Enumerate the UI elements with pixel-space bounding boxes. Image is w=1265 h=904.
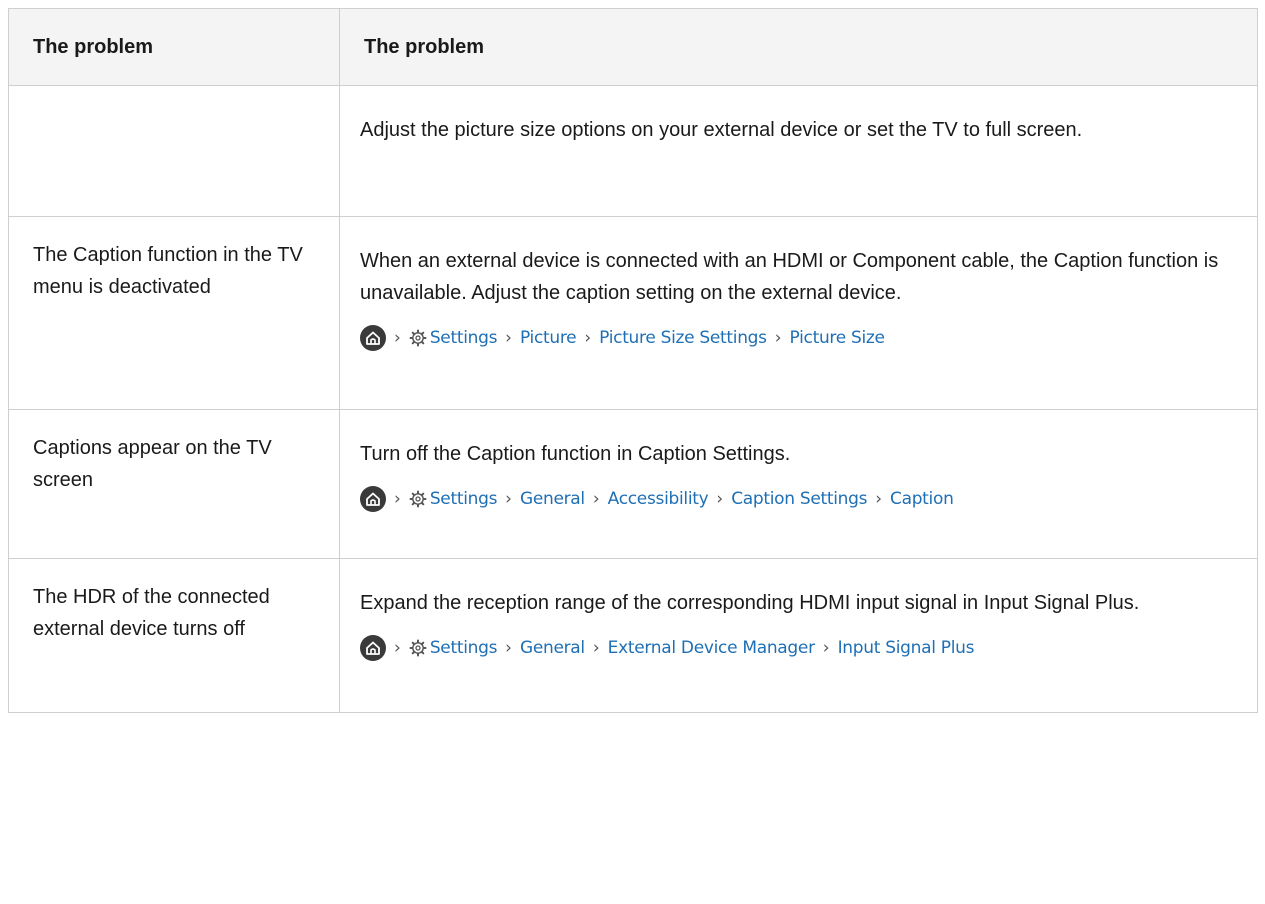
chevron-right-icon: › (394, 638, 401, 658)
path-item-settings[interactable]: Settings (430, 322, 498, 354)
home-icon (360, 486, 386, 512)
path-item-input-signal-plus[interactable]: Input Signal Plus (838, 632, 975, 664)
table-row: Captions appear on the TV screen Turn of… (8, 409, 1258, 559)
path-item-general[interactable]: General (520, 632, 585, 664)
chevron-right-icon: › (875, 489, 882, 509)
solution-cell: When an external device is connected wit… (339, 216, 1258, 410)
home-icon (360, 325, 386, 351)
table-row: The HDR of the connected external device… (8, 558, 1258, 713)
path-item-picture-size-settings[interactable]: Picture Size Settings (599, 322, 767, 354)
problem-cell: The HDR of the connected external device… (8, 558, 340, 713)
menu-path: › (360, 483, 1237, 515)
path-item-settings[interactable]: Settings (430, 632, 498, 664)
path-item-settings[interactable]: Settings (430, 483, 498, 515)
problem-cell (8, 85, 340, 217)
solution-text: Turn off the Caption function in Caption… (360, 443, 791, 465)
troubleshooting-table: The problem The problem Adjust the pictu… (8, 8, 1258, 713)
solution-text: When an external device is connected wit… (360, 250, 1219, 304)
gear-icon (409, 329, 427, 347)
chevron-right-icon: › (505, 328, 512, 348)
chevron-right-icon: › (716, 489, 724, 509)
path-item-external-device-manager[interactable]: External Device Manager (608, 632, 815, 664)
path-item-picture-size[interactable]: Picture Size (790, 322, 885, 354)
solution-cell: Adjust the picture size options on your … (339, 85, 1258, 217)
menu-path: › (360, 632, 1237, 664)
chevron-right-icon: › (774, 328, 782, 348)
header-problem: The problem (8, 8, 340, 86)
problem-cell: The Caption function in the TV menu is d… (8, 216, 340, 410)
gear-icon (409, 639, 427, 657)
chevron-right-icon: › (592, 489, 600, 509)
chevron-right-icon: › (592, 638, 600, 658)
home-icon (360, 635, 386, 661)
chevron-right-icon: › (584, 328, 592, 348)
path-item-general[interactable]: General (520, 483, 585, 515)
chevron-right-icon: › (505, 638, 512, 658)
chevron-right-icon: › (394, 489, 401, 509)
path-item-picture[interactable]: Picture (520, 322, 577, 354)
header-solution: The problem (339, 8, 1258, 86)
chevron-right-icon: › (505, 489, 512, 509)
table-row: Adjust the picture size options on your … (8, 85, 1258, 217)
problem-cell: Captions appear on the TV screen (8, 409, 340, 559)
menu-path: › (360, 322, 1237, 354)
chevron-right-icon: › (822, 638, 830, 658)
solution-cell: Turn off the Caption function in Caption… (339, 409, 1258, 559)
troubleshooting-table-container: The problem The problem Adjust the pictu… (8, 8, 1258, 713)
chevron-right-icon: › (394, 328, 401, 348)
path-item-caption-settings[interactable]: Caption Settings (731, 483, 867, 515)
path-item-caption[interactable]: Caption (890, 483, 954, 515)
table-header-row: The problem The problem (8, 8, 1258, 86)
solution-text: Adjust the picture size options on your … (360, 119, 1083, 141)
path-item-accessibility[interactable]: Accessibility (608, 483, 709, 515)
gear-icon (409, 490, 427, 508)
solution-text: Expand the reception range of the corres… (360, 592, 1140, 614)
solution-cell: Expand the reception range of the corres… (339, 558, 1258, 713)
table-row: The Caption function in the TV menu is d… (8, 216, 1258, 410)
